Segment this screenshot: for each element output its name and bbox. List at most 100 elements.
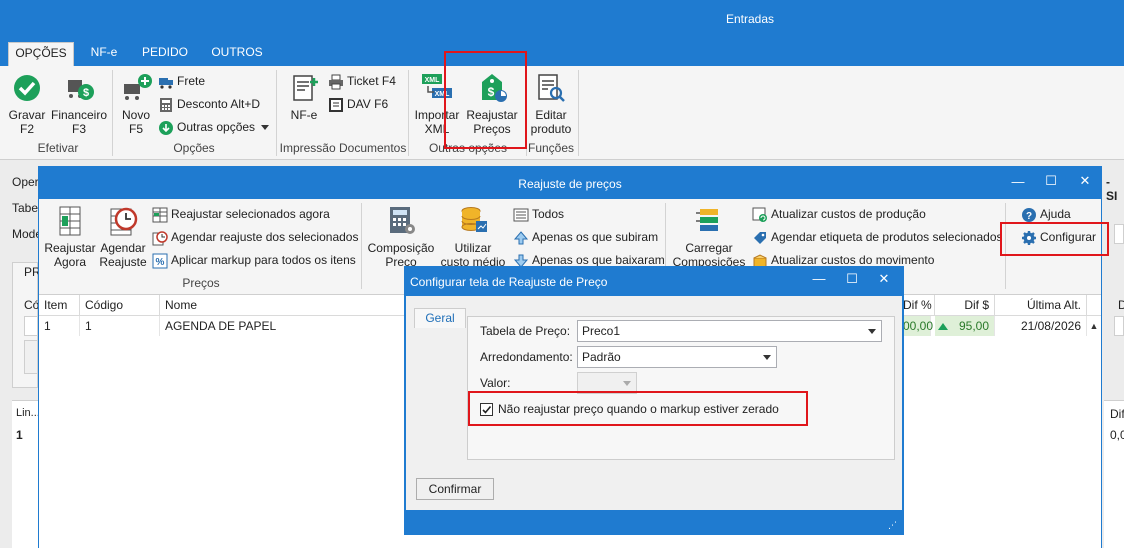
arredondamento-value: Padrão (582, 350, 621, 364)
cart-dollar-icon: $ (62, 72, 96, 104)
agendar-selecionados-label: Agendar reajuste dos selecionados (171, 230, 359, 244)
chevron-down-icon (868, 329, 876, 334)
dav-label: DAV F6 (347, 97, 389, 111)
ticket-label: Ticket F4 (347, 74, 396, 88)
filtro-todos-button[interactable]: Todos (513, 205, 564, 225)
svg-text:?: ? (1026, 211, 1032, 222)
minimize-icon[interactable]: — (1007, 174, 1029, 189)
column-header-item[interactable]: Item (39, 295, 80, 315)
bg-grid-row-1: 1 (16, 428, 23, 442)
novo-button[interactable]: Novo F5 (116, 72, 156, 136)
cell-ultima-alt: 21/08/2026 (995, 316, 1087, 336)
arredondamento-select[interactable]: Padrão (577, 346, 777, 368)
atualizar-custos-producao-label: Atualizar custos de produção (771, 207, 926, 221)
column-header-ultima-alt[interactable]: Última Alt. (995, 295, 1087, 315)
arrow-up-icon (513, 230, 529, 246)
outras-opcoes-button[interactable]: Outras opções (158, 118, 270, 138)
svg-text:%: % (156, 257, 165, 268)
frete-button[interactable]: Frete (158, 72, 205, 92)
group-label-funcoes: Funções (528, 141, 575, 155)
close-icon[interactable]: ✕ (1074, 173, 1096, 189)
gravar-label: Gravar F2 (8, 108, 46, 136)
check-circle-icon (10, 72, 44, 104)
agendar-reajuste-label: Agendar Reajuste (99, 241, 147, 269)
cell-dif-pct: 00,00 (903, 316, 933, 336)
ajuda-label: Ajuda (1040, 207, 1071, 221)
calculator-gear-icon (384, 205, 418, 237)
tab-pedido[interactable]: PEDIDO (136, 42, 194, 66)
tab-outros[interactable]: OUTROS (204, 42, 270, 66)
agendar-selecionados-button[interactable]: Agendar reajuste dos selecionados (152, 228, 358, 248)
truck-icon (158, 74, 174, 90)
bg-label-right-d: D (1118, 298, 1124, 312)
dialog-title: Configurar tela de Reajuste de Preço (410, 275, 608, 289)
tab-opcoes[interactable]: OPÇÕES (8, 42, 74, 66)
edit-search-icon (534, 72, 568, 104)
atualizar-custos-movimento-label: Atualizar custos do movimento (771, 253, 935, 267)
dialog-minimize-icon[interactable]: — (808, 271, 830, 286)
increase-arrow-icon (938, 323, 948, 330)
printer-icon (328, 74, 344, 90)
dialog-maximize-icon[interactable]: ☐ (841, 271, 863, 287)
composicao-preco-button[interactable]: Composição Preço (365, 205, 437, 269)
filtro-baixaram-label: Apenas os que baixaram (532, 253, 665, 267)
confirmar-button[interactable]: Confirmar (416, 478, 494, 500)
desconto-button[interactable]: Desconto Alt+D (158, 95, 260, 115)
nfe-print-label: NF-e (290, 108, 318, 122)
novo-label: Novo F5 (121, 108, 150, 136)
reajustar-selecionados-button[interactable]: Reajustar selecionados agora (152, 205, 330, 225)
outras-opcoes-label: Outras opções (177, 120, 256, 134)
column-header-nome[interactable]: Nome (160, 295, 405, 315)
carregar-composicoes-label: Carregar Composições (672, 241, 746, 269)
maximize-icon[interactable]: ☐ (1040, 173, 1062, 189)
carregar-composicoes-button[interactable]: Carregar Composições (671, 205, 747, 269)
reajustar-agora-button[interactable]: Reajustar Agora (43, 205, 97, 269)
scroll-up-icon[interactable]: ▲ (1087, 316, 1101, 336)
svg-text:$: $ (83, 87, 89, 99)
ribbon-separator (276, 70, 277, 156)
tab-geral[interactable]: Geral (414, 308, 466, 328)
financeiro-button[interactable]: $ Financeiro F3 (50, 72, 108, 136)
dav-button[interactable]: DAV F6 (328, 95, 388, 115)
bg-grid-header-lin: Lin... (16, 407, 40, 419)
bg-label-oper: Oper (12, 175, 39, 189)
bg-label-right-si: - SI (1106, 175, 1118, 203)
column-header-dif-pct[interactable]: Dif % (903, 295, 935, 315)
aplicar-markup-button[interactable]: % Aplicar markup para todos os itens (152, 251, 356, 271)
tabela-preco-select[interactable]: Preco1 (577, 320, 882, 342)
column-header-codigo[interactable]: Código (80, 295, 160, 315)
chevron-down-icon (623, 381, 631, 386)
dropdown-arrow-icon (261, 125, 270, 131)
ribbon-separator (112, 70, 113, 156)
utilizar-custo-medio-button[interactable]: Utilizar custo médio (437, 205, 509, 269)
desconto-label: Desconto Alt+D (177, 97, 261, 111)
help-icon: ? (1021, 207, 1037, 223)
cell-nome: AGENDA DE PAPEL (160, 316, 405, 336)
nfe-print-button[interactable]: NF-e (282, 72, 326, 122)
editar-produto-button[interactable]: Editar produto (528, 72, 574, 136)
valor-label: Valor: (480, 376, 511, 390)
dav-document-icon (328, 97, 344, 113)
financeiro-label: Financeiro F3 (50, 108, 108, 136)
highlight-reajustar-precos (444, 51, 527, 149)
atualizar-custos-producao-button[interactable]: Atualizar custos de produção (752, 205, 926, 225)
filtro-subiram-button[interactable]: Apenas os que subiram (513, 228, 658, 248)
gravar-button[interactable]: Gravar F2 (6, 72, 48, 136)
dialog-close-icon[interactable]: ✕ (873, 271, 895, 287)
column-header-dif-val[interactable]: Dif $ (935, 295, 995, 315)
agendar-etiqueta-button[interactable]: Agendar etiqueta de produtos selecionado… (752, 228, 1003, 248)
load-stack-icon (692, 205, 726, 237)
download-circle-icon (158, 120, 174, 136)
resize-grip-icon[interactable]: ⋰ (888, 520, 897, 531)
ribbon-separator (361, 203, 362, 289)
group-label-precos: Preços (182, 276, 220, 290)
group-label-efetivar: Efetivar (37, 141, 79, 155)
ticket-button[interactable]: Ticket F4 (328, 72, 396, 92)
calculator-icon (158, 97, 174, 113)
tab-nfe[interactable]: NF-e (82, 42, 126, 66)
reajuste-window-titlebar: Reajuste de preços — ☐ ✕ (39, 167, 1101, 199)
ribbon-separator (408, 70, 409, 156)
group-label-impressao: Impressão Documentos (279, 141, 407, 155)
bg-grid-lines (12, 400, 38, 548)
agendar-reajuste-button[interactable]: Agendar Reajuste (99, 205, 147, 269)
